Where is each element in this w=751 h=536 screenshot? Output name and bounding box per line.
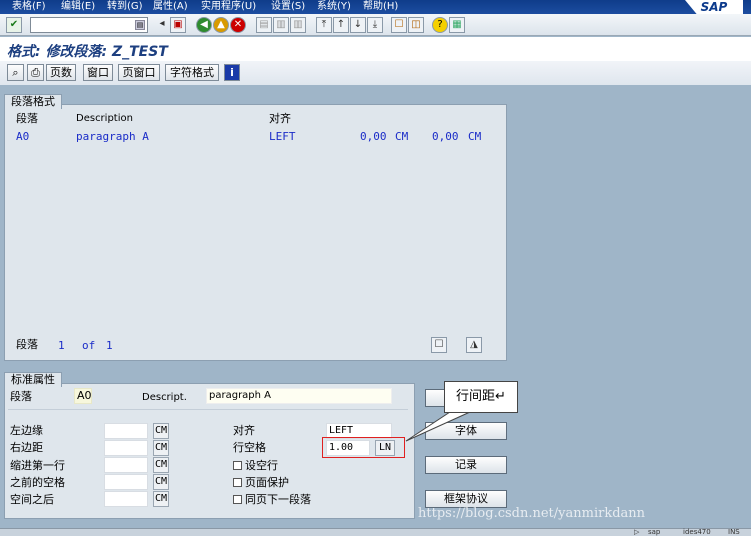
line-spacing-label: 行空格 [233,441,266,454]
next-page-icon[interactable]: ↓ [350,17,366,33]
footer-total: 1 [106,339,113,352]
left-margin-unit[interactable]: CM [153,423,169,439]
menu-utilities[interactable]: 实用程序(U) [201,0,256,14]
status-mode: INS [728,528,740,536]
shortcut-icon[interactable]: ◫ [408,17,424,33]
row-unit-2[interactable]: CM [468,130,481,143]
no-blank-lines-label: 设空行 [245,459,278,472]
page-window-button[interactable]: 页窗口 [118,64,160,81]
menu-table[interactable]: 表格(F) [12,0,46,14]
section-divider [8,409,408,410]
footer-current: 1 [58,339,65,352]
char-format-button[interactable]: 字符格式 [165,64,219,81]
standard-attributes-tab[interactable]: 标准属性 [4,372,62,387]
space-before-unit[interactable]: CM [153,474,169,490]
footer-paragraph-label: 段落 [16,338,38,351]
command-field[interactable]: ▤ [30,17,148,33]
menu-goto[interactable]: 转到(G) [107,0,143,14]
row-value-1[interactable]: 0,00 [360,130,387,143]
space-before-label: 之前的空格 [10,476,65,489]
right-margin-label: 右边距 [10,441,43,454]
paragraph-label: 段落 [10,390,32,403]
next-paragraph-same-page-label: 同页下一段落 [245,493,311,506]
alignment-label: 对齐 [233,424,255,437]
menu-system[interactable]: 系统(Y) [317,0,351,14]
help-icon[interactable]: ? [432,17,448,33]
command-history-icon[interactable]: ▤ [135,20,145,30]
col-header-description: Description [76,113,133,124]
new-session-icon[interactable]: ☐ [391,17,407,33]
no-blank-lines-checkbox[interactable] [233,461,242,470]
first-line-indent-input[interactable] [104,457,148,473]
menu-settings[interactable]: 设置(S) [271,0,305,14]
footer-of: of [82,339,96,352]
menu-edit[interactable]: 编辑(E) [61,0,95,14]
space-after-input[interactable] [104,491,148,507]
find-next-icon[interactable]: ▥ [290,17,306,33]
space-after-unit[interactable]: CM [153,491,169,507]
menu-help[interactable]: 帮助(H) [363,0,398,14]
prev-page-icon[interactable]: ↑ [333,17,349,33]
col-header-align: 对齐 [269,112,291,125]
description-field[interactable]: paragraph A [206,388,392,404]
menu-bar: 表格(F) 编辑(E) 转到(G) 属性(A) 实用程序(U) 设置(S) 系统… [0,0,751,14]
status-arrow[interactable]: ▷ [634,529,639,536]
first-line-indent-unit[interactable]: CM [153,457,169,473]
page-protection-label: 页面保护 [245,476,289,489]
cancel-icon[interactable]: ✕ [230,17,246,33]
first-line-indent-label: 缩进第一行 [10,459,65,472]
space-before-input[interactable] [104,474,148,490]
left-margin-label: 左边缘 [10,424,43,437]
col-header-paragraph: 段落 [16,112,38,125]
info-icon[interactable]: i [224,64,240,81]
annotation-callout: 行间距↵ [444,381,518,413]
print-icon[interactable]: ▤ [256,17,272,33]
space-after-label: 空间之后 [10,493,54,506]
page-protection-checkbox[interactable] [233,478,242,487]
menu-attributes[interactable]: 属性(A) [153,0,188,14]
last-page-icon[interactable]: ⤓ [367,17,383,33]
row-description[interactable]: paragraph A [76,130,149,143]
row-align[interactable]: LEFT [269,130,296,143]
layout-icon[interactable]: ▦ [449,17,465,33]
left-margin-input[interactable] [104,423,148,439]
paragraph-format-tab[interactable]: 段落格式 [4,94,62,109]
find-icon[interactable]: ▥ [273,17,289,33]
row-unit-1[interactable]: CM [395,130,408,143]
descript-label: Descript. [142,392,187,403]
next-paragraph-same-page-checkbox[interactable] [233,495,242,504]
right-margin-input[interactable] [104,440,148,456]
window-button[interactable]: 窗口 [83,64,113,81]
row-paragraph-code[interactable]: A0 [16,130,29,143]
save-icon[interactable]: ▣ [170,17,186,33]
enter-check-icon[interactable]: ✔ [6,17,22,33]
font-button[interactable]: 字体 [425,422,507,440]
line-spacing-highlight [322,437,405,458]
status-server: ides470 [683,528,711,536]
back-icon[interactable]: ◀ [196,17,212,33]
first-page-icon[interactable]: ⤒ [316,17,332,33]
delete-paragraph-icon[interactable]: ◮ [466,337,482,353]
status-system: sap [648,528,661,536]
paragraph-field: A0 [74,388,92,404]
create-paragraph-icon[interactable]: ☐ [431,337,447,353]
row-value-2[interactable]: 0,00 [432,130,459,143]
watermark: https://blog.csdn.net/yanmirkdann [418,506,646,521]
expand-left-icon[interactable]: ◂ [154,17,170,33]
tabs-button[interactable]: 记录 [425,456,507,474]
standard-toolbar: ✔ ▤ ◂ ▣ ◀ ▲ ✕ ▤ ▥ ▥ ⤒ ↑ ↓ ⤓ ☐ ◫ ? ▦ [0,14,751,36]
exit-icon[interactable]: ▲ [213,17,229,33]
page-title: 格式: 修改段落: Z_TEST [7,44,168,60]
sap-logo: SAP [685,0,743,14]
right-margin-unit[interactable]: CM [153,440,169,456]
print-preview-icon[interactable]: ⎙ [27,64,44,81]
zoom-icon[interactable]: ⌕ [7,64,24,81]
page-count-button[interactable]: 页数 [46,64,76,81]
